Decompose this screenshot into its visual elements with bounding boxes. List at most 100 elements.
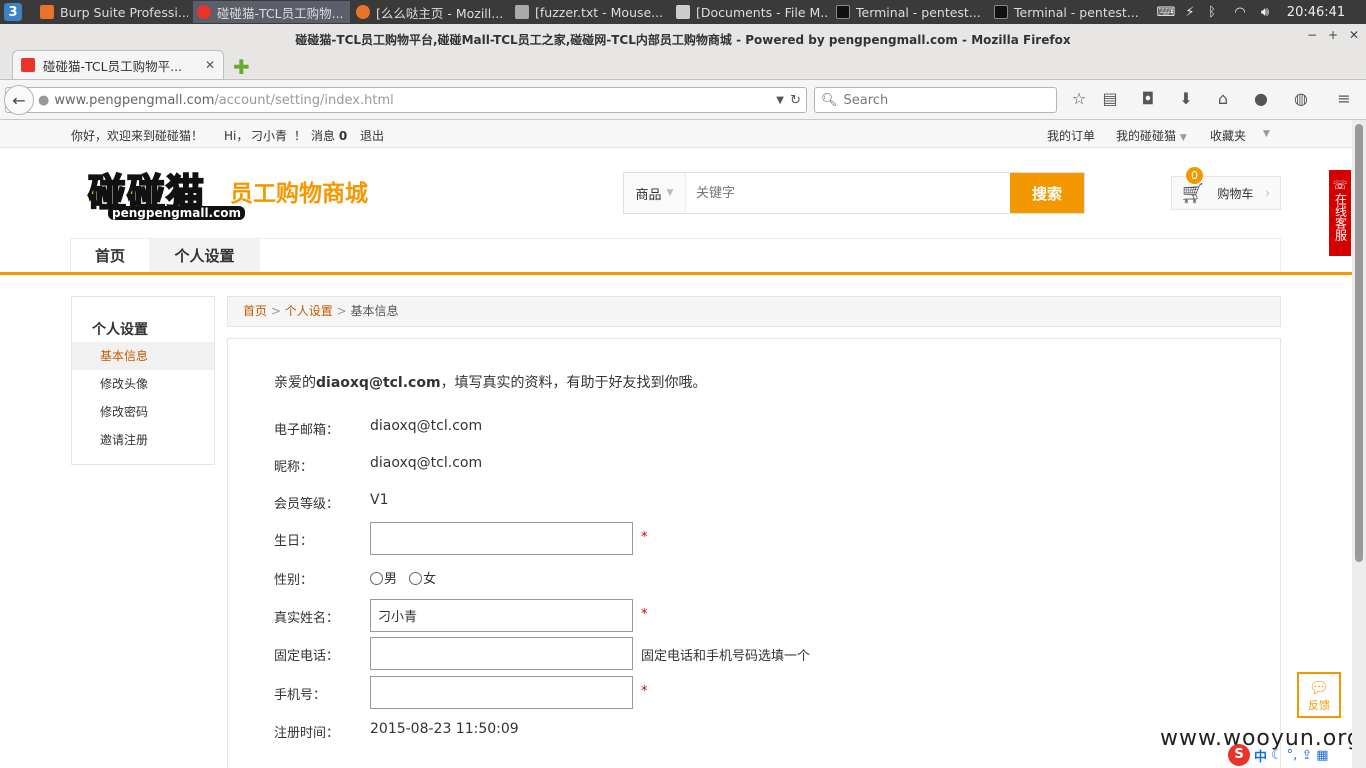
task-firefox[interactable]: [么么哒主页 - Mozill... <box>352 1 507 23</box>
bookmark-star-icon[interactable]: ☆ <box>1069 89 1089 109</box>
search-button[interactable]: 搜索 <box>1010 173 1084 213</box>
task-terminal[interactable]: Terminal - pentest... <box>832 1 986 23</box>
gender-male-radio[interactable]: 男 <box>370 572 397 587</box>
sidebar-item-basic-info[interactable]: 基本信息 <box>72 342 214 370</box>
messages-link[interactable]: 消息 0 <box>311 127 347 144</box>
birthday-input[interactable] <box>370 522 633 555</box>
nickname-value: diaoxq@tcl.com <box>370 455 483 471</box>
nav-settings[interactable]: 个人设置 <box>149 239 260 273</box>
gender-female-radio[interactable]: 女 <box>409 572 436 587</box>
nickname-label: 昵称： <box>274 460 314 475</box>
realname-input[interactable] <box>370 599 633 632</box>
cart-button[interactable]: 🛒︎ 0 购物车 › <box>1171 167 1281 210</box>
cart-icon: 🛒︎ <box>1180 181 1206 205</box>
breadcrumb-separator: > <box>336 304 347 318</box>
favorites-link[interactable]: 收藏夹 <box>1210 127 1246 144</box>
window-title: 碰碰猫-TCL员工购物平台,碰碰Mall-TCL员工之家,碰碰网-TCL内部员工… <box>295 33 1071 47</box>
task-burp[interactable]: Burp Suite Professi... <box>36 1 188 23</box>
volume-icon[interactable]: 🔊︎ <box>1256 0 1274 24</box>
regtime-value: 2015-08-23 11:50:09 <box>370 721 519 737</box>
search-icon: 🔍︎ <box>821 92 838 108</box>
mobile-input[interactable] <box>370 676 633 709</box>
task-terminal[interactable]: Terminal - pentest... <box>990 1 1140 23</box>
power-icon[interactable]: ⚡ <box>1181 0 1199 24</box>
task-firefox-active[interactable]: 碰碰猫-TCL员工购物... <box>193 1 350 23</box>
my-orders-link[interactable]: 我的订单 <box>1047 127 1095 144</box>
chevron-down-icon[interactable]: ▼ <box>1263 129 1270 139</box>
site-favicon-icon <box>21 58 35 72</box>
cart-count-badge: 0 <box>1186 167 1203 184</box>
sidebar-item-avatar[interactable]: 修改头像 <box>72 370 214 398</box>
mobile-label: 手机号： <box>274 688 327 703</box>
terminal-icon <box>836 5 850 19</box>
breadcrumb-home[interactable]: 首页 <box>243 304 267 318</box>
gender-female-label: 女 <box>423 572 437 587</box>
reading-list-icon[interactable]: ▤ <box>1100 89 1120 109</box>
username-link[interactable]: 刁小青 <box>251 127 287 144</box>
keyword-input[interactable] <box>686 173 1010 213</box>
my-account-label: 我的碰碰猫 <box>1116 129 1177 143</box>
feedback-button[interactable]: 💬︎ 反馈 <box>1297 672 1341 718</box>
search-placeholder: Search <box>843 92 889 108</box>
clock[interactable]: 20:46:41 <box>1286 0 1346 24</box>
chat-bubble-icon: 💬︎ <box>1308 678 1330 697</box>
sidebar-title: 个人设置 <box>92 322 148 338</box>
search-category-select[interactable]: 商品 ▼ <box>624 173 686 213</box>
tab-title: 碰碰猫-TCL员工购物平... <box>43 58 183 74</box>
scrollbar-thumb[interactable] <box>1355 124 1363 562</box>
home-icon[interactable]: ⌂ <box>1213 89 1233 109</box>
email-label: 电子邮箱： <box>274 423 340 438</box>
back-button[interactable]: ← <box>4 85 34 115</box>
browser-search-input[interactable]: 🔍︎ Search <box>814 87 1057 113</box>
maximize-button[interactable]: + <box>1328 28 1338 42</box>
firefox-icon <box>356 5 370 19</box>
sidebar-item-password[interactable]: 修改密码 <box>72 398 214 426</box>
task-file-manager[interactable]: [Documents - File M... <box>672 1 828 23</box>
online-service-button[interactable]: ☏ 在线客服 <box>1329 170 1351 256</box>
logout-link[interactable]: 退出 <box>360 127 384 144</box>
chat-icon[interactable]: ● <box>1251 89 1271 109</box>
phone-input[interactable] <box>370 637 633 670</box>
terminal-icon <box>994 5 1008 19</box>
feedback-label: 反馈 <box>1308 699 1330 712</box>
profile-form: 亲爱的diaoxq@tcl.com，填写真实的资料，有助于好友找到你哦。 电子邮… <box>227 338 1281 768</box>
bluetooth-icon[interactable]: ᛒ <box>1203 0 1221 24</box>
burp-icon <box>40 5 54 19</box>
email-value: diaoxq@tcl.com <box>370 418 483 434</box>
messages-label: 消息 <box>311 129 336 143</box>
main-nav: 首页 个人设置 <box>70 238 1281 273</box>
nav-home[interactable]: 首页 <box>71 239 149 273</box>
minimize-button[interactable]: − <box>1307 28 1317 42</box>
settings-sidebar: 个人设置 基本信息 修改头像 修改密码 邀请注册 <box>71 296 215 465</box>
keyboard-icon[interactable]: ⌨ <box>1156 0 1176 24</box>
page-scrollbar[interactable] <box>1352 120 1366 768</box>
reload-icon[interactable]: ↻ <box>790 93 801 108</box>
breadcrumb-current: 基本信息 <box>350 304 399 318</box>
intro-suffix: ，填写真实的资料，有助于好友找到你哦。 <box>440 375 707 391</box>
pocket-icon[interactable]: ◘ <box>1138 89 1158 109</box>
online-service-label: 在线客服 <box>1333 193 1348 241</box>
task-label: Burp Suite Professi... <box>60 4 188 20</box>
url-dropdown-icon[interactable]: ▼ <box>776 95 784 106</box>
breadcrumb-settings[interactable]: 个人设置 <box>285 304 333 318</box>
app-menu-icon[interactable]: 3 <box>4 3 22 21</box>
messages-count: 0 <box>338 129 348 143</box>
wifi-icon[interactable]: ◠ <box>1229 0 1251 24</box>
new-tab-icon[interactable]: ✚ <box>233 55 250 79</box>
browser-tab[interactable]: 碰碰猫-TCL员工购物平... ✕ <box>12 50 224 79</box>
url-bar[interactable]: ← ● www.pengpengmall.com/account/setting… <box>4 85 807 115</box>
task-label: Terminal - pentest... <box>856 4 981 20</box>
ime-toolbar[interactable]: S 中 ☾ °, ⇪ ▦ <box>1228 744 1329 766</box>
addon-icon[interactable]: ◍ <box>1291 89 1311 109</box>
tab-close-icon[interactable]: ✕ <box>205 58 215 72</box>
realname-label: 真实姓名： <box>274 611 340 626</box>
close-window-button[interactable]: ✕ <box>1349 28 1359 42</box>
gender-male-label: 男 <box>384 572 398 587</box>
my-account-link[interactable]: 我的碰碰猫 ▼ <box>1116 127 1187 144</box>
logo-url-text: pengpengmall.com <box>108 206 245 220</box>
task-mousepad[interactable]: [fuzzer.txt - Mouse... <box>511 1 669 23</box>
site-identity-icon[interactable]: ● <box>38 93 49 108</box>
download-icon[interactable]: ⬇ <box>1176 89 1196 109</box>
menu-icon[interactable]: ≡ <box>1334 89 1354 109</box>
sidebar-item-invite[interactable]: 邀请注册 <box>72 426 214 454</box>
